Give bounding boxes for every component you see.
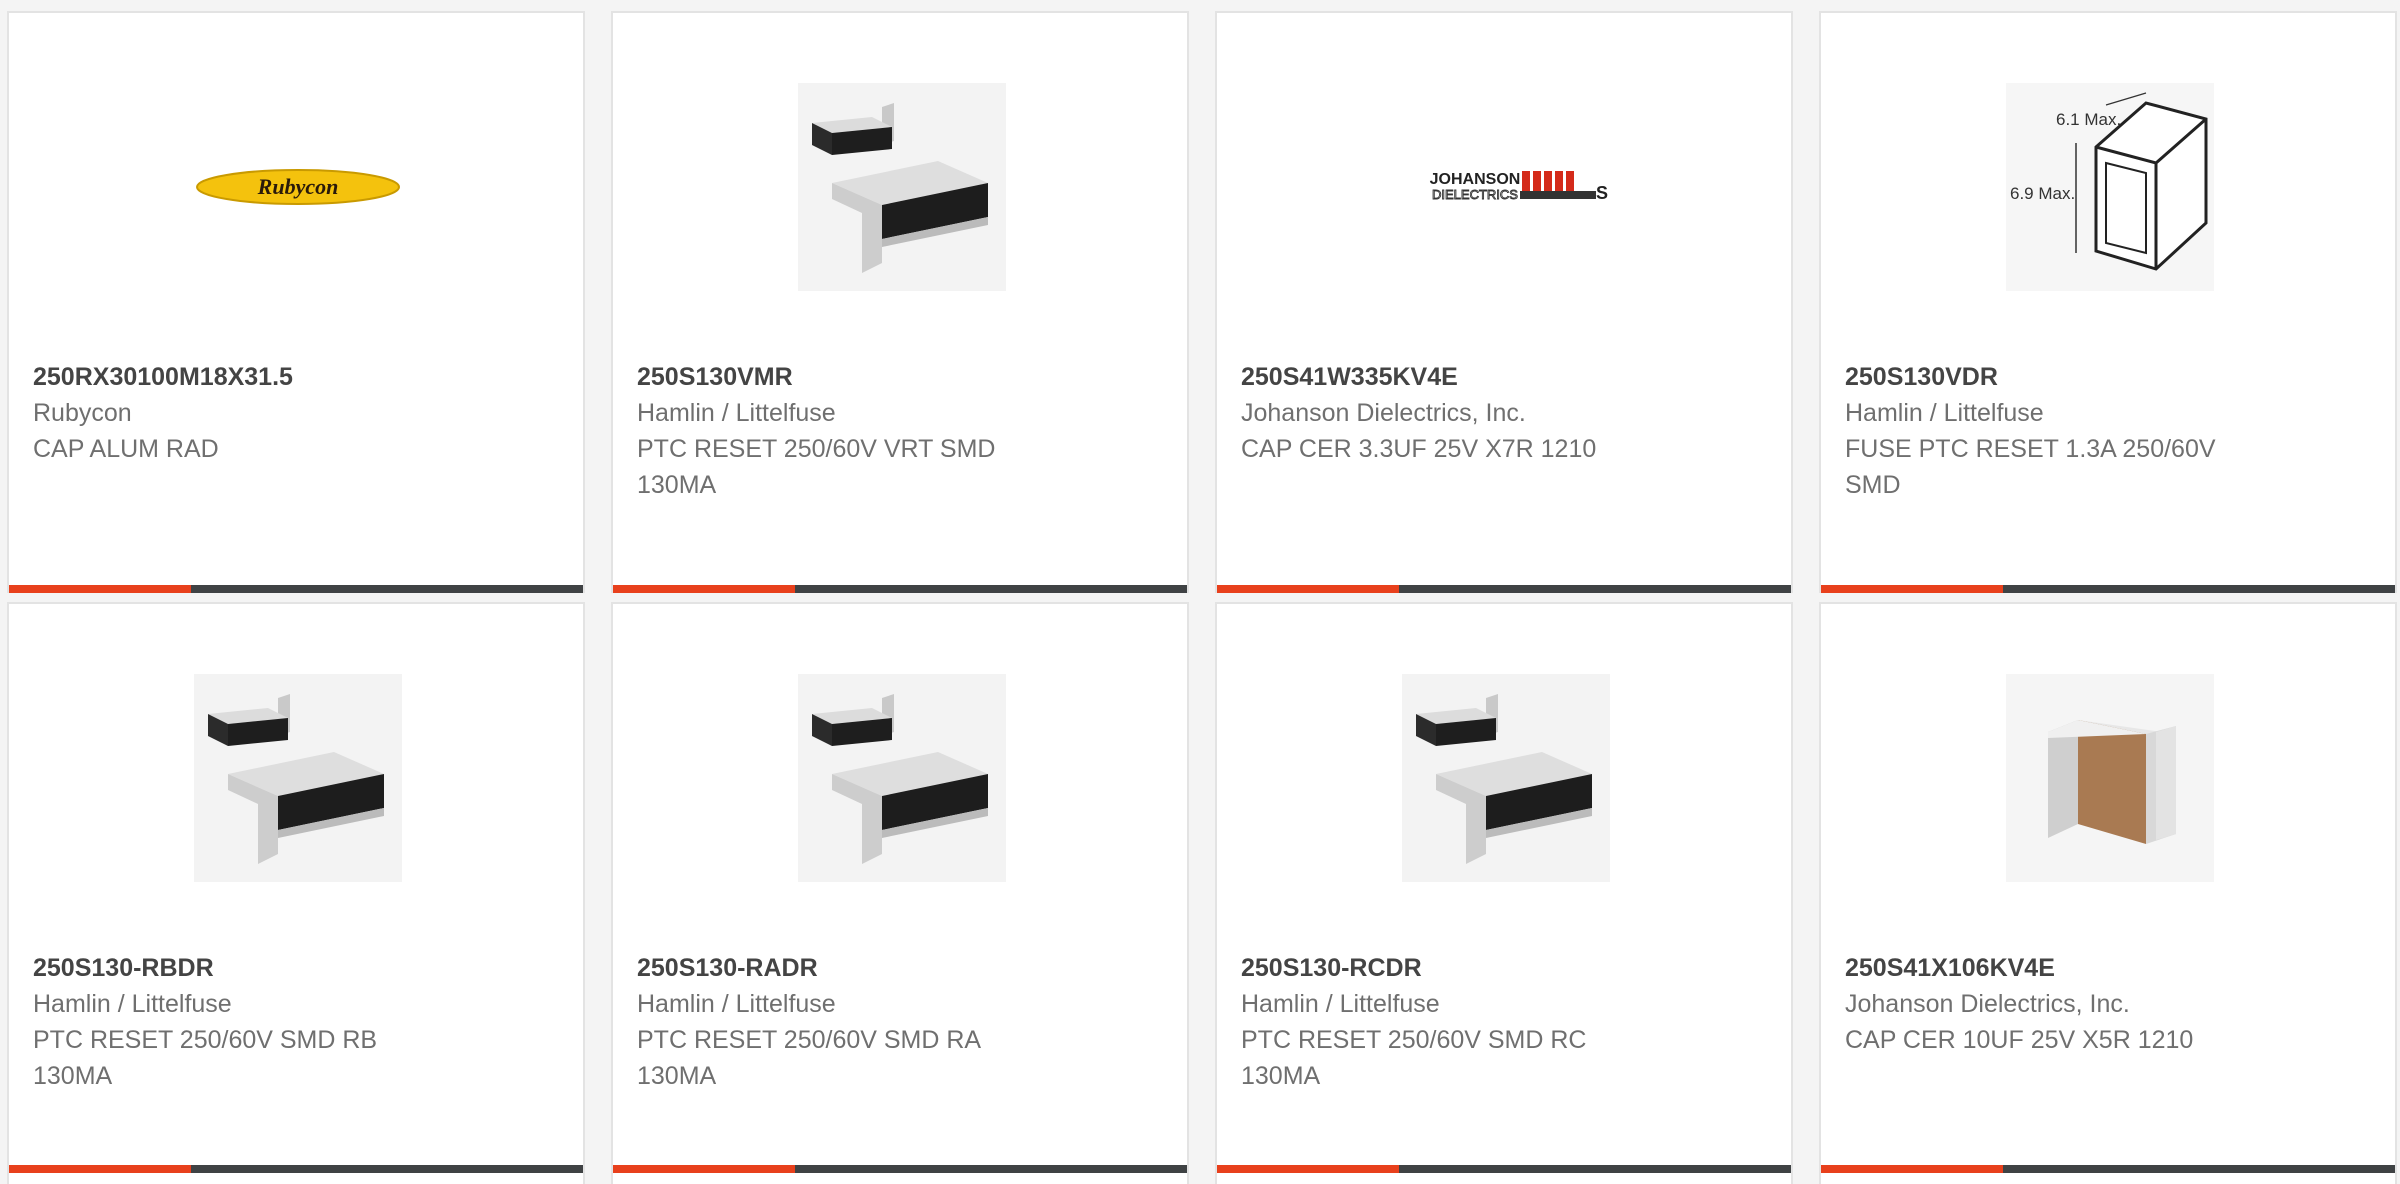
part-number[interactable]: 250S41X106KV4E bbox=[1845, 950, 2265, 986]
description: CAP CER 3.3UF 25V X7R 1210 bbox=[1241, 435, 1597, 463]
manufacturer: Hamlin / Littelfuse bbox=[637, 990, 836, 1018]
accent-bar bbox=[9, 1165, 191, 1173]
part-number[interactable]: 250RX30100M18X31.5 bbox=[33, 359, 453, 395]
accent-bar bbox=[613, 585, 795, 593]
svg-text:S: S bbox=[1596, 183, 1608, 203]
part-number[interactable]: 250S130VDR bbox=[1845, 359, 2265, 395]
accent-bar bbox=[1217, 1165, 1399, 1173]
description: PTC RESET 250/60V SMD RC 130MA bbox=[1241, 1026, 1587, 1090]
product-card[interactable]: JOHANSON DIELECTRICS S 250S41W335KV4E Jo… bbox=[1215, 11, 1793, 593]
manufacturer: Hamlin / Littelfuse bbox=[1241, 990, 1440, 1018]
svg-text:6.9 Max.: 6.9 Max. bbox=[2010, 184, 2075, 203]
manufacturer: Johanson Dielectrics, Inc. bbox=[1845, 990, 2130, 1018]
card-bottom-bar bbox=[1821, 585, 2395, 593]
product-grid: Rubycon 250RX30100M18X31.5 Rubycon CAP A… bbox=[0, 0, 2400, 1184]
card-bottom-bar bbox=[1217, 1165, 1791, 1173]
accent-bar bbox=[9, 585, 191, 593]
manufacturer: Hamlin / Littelfuse bbox=[1845, 399, 2044, 427]
manufacturer: Hamlin / Littelfuse bbox=[637, 399, 836, 427]
part-number[interactable]: 250S130VMR bbox=[637, 359, 1057, 395]
accent-bar bbox=[1217, 585, 1399, 593]
description: PTC RESET 250/60V VRT SMD 130MA bbox=[637, 435, 996, 499]
part-number[interactable]: 250S130-RBDR bbox=[33, 950, 453, 986]
product-card[interactable]: Rubycon 250RX30100M18X31.5 Rubycon CAP A… bbox=[7, 11, 585, 593]
svg-text:JOHANSON: JOHANSON bbox=[1430, 171, 1521, 188]
ptc-fuse-image bbox=[1402, 674, 1610, 882]
description: PTC RESET 250/60V SMD RB 130MA bbox=[33, 1026, 378, 1090]
svg-text:Rubycon: Rubycon bbox=[257, 174, 339, 199]
description: CAP CER 10UF 25V X5R 1210 bbox=[1845, 1026, 2194, 1054]
ceramic-capacitor-image bbox=[2006, 674, 2214, 882]
manufacturer: Johanson Dielectrics, Inc. bbox=[1241, 399, 1526, 427]
part-number[interactable]: 250S130-RCDR bbox=[1241, 950, 1661, 986]
product-card[interactable]: 6.1 Max. 6.9 Max. 250S130VDR Hamlin / Li… bbox=[1819, 11, 2397, 593]
manufacturer: Hamlin / Littelfuse bbox=[33, 990, 232, 1018]
ptc-fuse-image bbox=[798, 674, 1006, 882]
svg-text:6.1 Max.: 6.1 Max. bbox=[2056, 110, 2121, 129]
fuse-dimension-drawing: 6.1 Max. 6.9 Max. bbox=[2006, 83, 2214, 291]
johanson-logo-image: JOHANSON DIELECTRICS S bbox=[1402, 83, 1610, 291]
card-bottom-bar bbox=[9, 585, 583, 593]
card-bottom-bar bbox=[1821, 1165, 2395, 1173]
card-bottom-bar bbox=[9, 1165, 583, 1173]
product-card[interactable]: 250S130-RBDR Hamlin / Littelfuse PTC RES… bbox=[7, 602, 585, 1184]
product-card[interactable]: 250S130-RADR Hamlin / Littelfuse PTC RES… bbox=[611, 602, 1189, 1184]
ptc-fuse-image bbox=[798, 83, 1006, 291]
card-bottom-bar bbox=[613, 1165, 1187, 1173]
part-number[interactable]: 250S41W335KV4E bbox=[1241, 359, 1661, 395]
rubycon-logo-image: Rubycon bbox=[194, 83, 402, 291]
ptc-fuse-image bbox=[194, 674, 402, 882]
description: PTC RESET 250/60V SMD RA 130MA bbox=[637, 1026, 980, 1090]
accent-bar bbox=[1821, 1165, 2003, 1173]
card-bottom-bar bbox=[1217, 585, 1791, 593]
accent-bar bbox=[1821, 585, 2003, 593]
description: FUSE PTC RESET 1.3A 250/60V SMD bbox=[1845, 435, 2216, 499]
card-bottom-bar bbox=[613, 585, 1187, 593]
accent-bar bbox=[613, 1165, 795, 1173]
manufacturer: Rubycon bbox=[33, 399, 132, 427]
part-number[interactable]: 250S130-RADR bbox=[637, 950, 1057, 986]
product-card[interactable]: 250S41X106KV4E Johanson Dielectrics, Inc… bbox=[1819, 602, 2397, 1184]
svg-text:DIELECTRICS: DIELECTRICS bbox=[1432, 187, 1518, 202]
description: CAP ALUM RAD bbox=[33, 435, 219, 463]
product-card[interactable]: 250S130-RCDR Hamlin / Littelfuse PTC RES… bbox=[1215, 602, 1793, 1184]
product-card[interactable]: 250S130VMR Hamlin / Littelfuse PTC RESET… bbox=[611, 11, 1189, 593]
